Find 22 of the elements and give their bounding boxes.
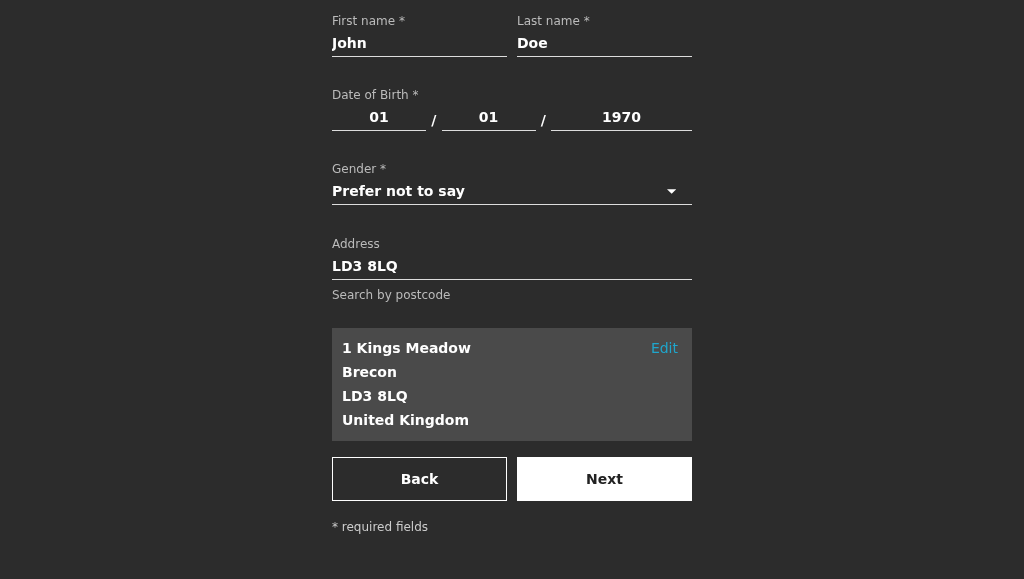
date-field[interactable]: 01 xyxy=(441,108,536,131)
gender-select[interactable]: Gender * Prefer not to say xyxy=(332,161,692,205)
helper-text: Search by postcode xyxy=(332,288,452,302)
date-separator: / xyxy=(539,111,547,128)
date-field[interactable]: 01 xyxy=(332,108,426,131)
text-field[interactable]: Doe xyxy=(517,34,692,57)
address-field[interactable]: LD3 8LQ xyxy=(332,257,692,280)
text-field[interactable]: John xyxy=(332,34,507,57)
field-label: Address xyxy=(332,236,381,252)
field-label: Last name * xyxy=(517,13,591,29)
field-label: Date of Birth * xyxy=(332,87,420,103)
date-separator: / xyxy=(430,111,438,128)
footnote: * required fields xyxy=(332,520,430,534)
next-button[interactable]: Next xyxy=(517,457,692,501)
caret-icon xyxy=(666,188,676,194)
field-label: First name * xyxy=(332,13,406,29)
back-button[interactable]: Back xyxy=(332,457,507,501)
date-field[interactable]: 1970 xyxy=(551,108,692,131)
address-line: Brecon xyxy=(342,363,398,382)
address-line: United Kingdom xyxy=(342,411,471,430)
address-line: LD3 8LQ xyxy=(342,387,409,406)
address-line: 1 Kings Meadow xyxy=(342,339,471,358)
